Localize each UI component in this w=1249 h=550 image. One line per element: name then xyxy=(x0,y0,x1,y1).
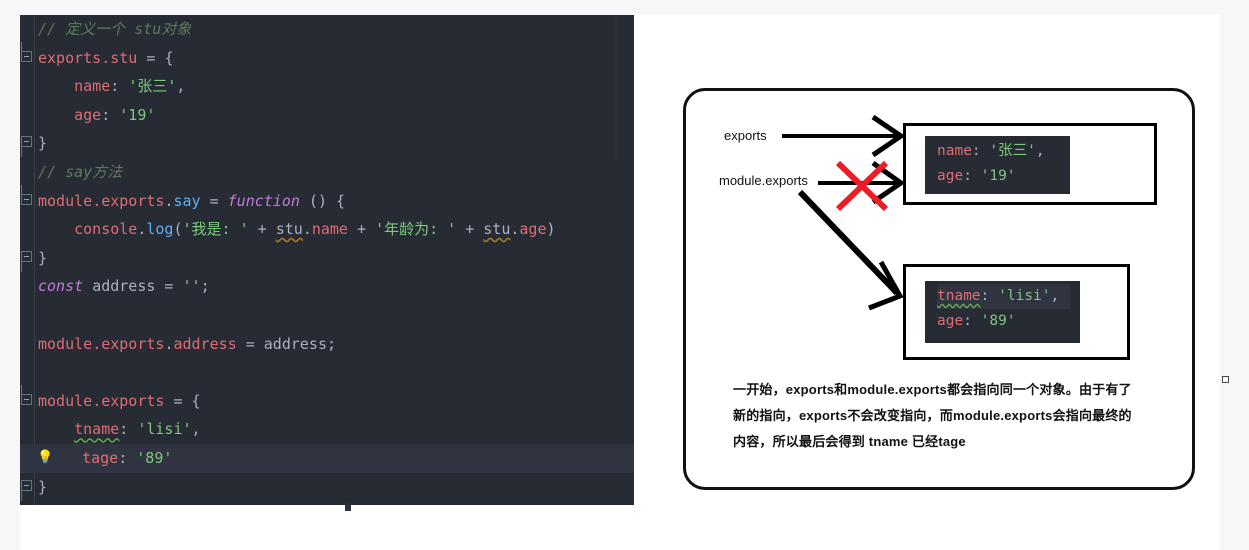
code-token: '89' xyxy=(980,313,1016,329)
snippet-line: tname: 'lisi', xyxy=(937,284,1070,309)
code-token: '张三' xyxy=(989,143,1036,159)
code-token: 'lisi' xyxy=(998,288,1051,304)
label-exports: exports xyxy=(724,128,767,143)
code-token: age xyxy=(937,168,964,184)
screenshot-root: // 定义一个 stu对象 exports.stu = { name: '张三',… xyxy=(0,0,1249,550)
label-module-exports: module.exports xyxy=(719,173,808,188)
snippet-line: age: '89' xyxy=(937,309,1070,334)
object-box-original-code: name: '张三', age: '19' xyxy=(925,136,1070,194)
code-token: : xyxy=(963,168,981,184)
code-token: , xyxy=(1050,288,1060,304)
diagram-caption: 一开始，exports和module.exports都会指向同一个对象。由于有了… xyxy=(733,382,1132,449)
code-token: : xyxy=(971,143,990,159)
code-token: age xyxy=(937,313,964,329)
code-token: '19' xyxy=(980,168,1016,184)
code-token: : xyxy=(980,288,999,304)
snippet-line: age: '19' xyxy=(937,164,1060,189)
code-token: name xyxy=(937,143,972,159)
object-box-new-code: tname: 'lisi', age: '89' xyxy=(925,281,1080,343)
code-token: tname xyxy=(937,288,981,304)
code-token: , xyxy=(1035,143,1045,159)
page-edge-marker xyxy=(1222,376,1229,383)
code-token: : xyxy=(963,313,981,329)
snippet-line: name: '张三', xyxy=(937,139,1060,164)
